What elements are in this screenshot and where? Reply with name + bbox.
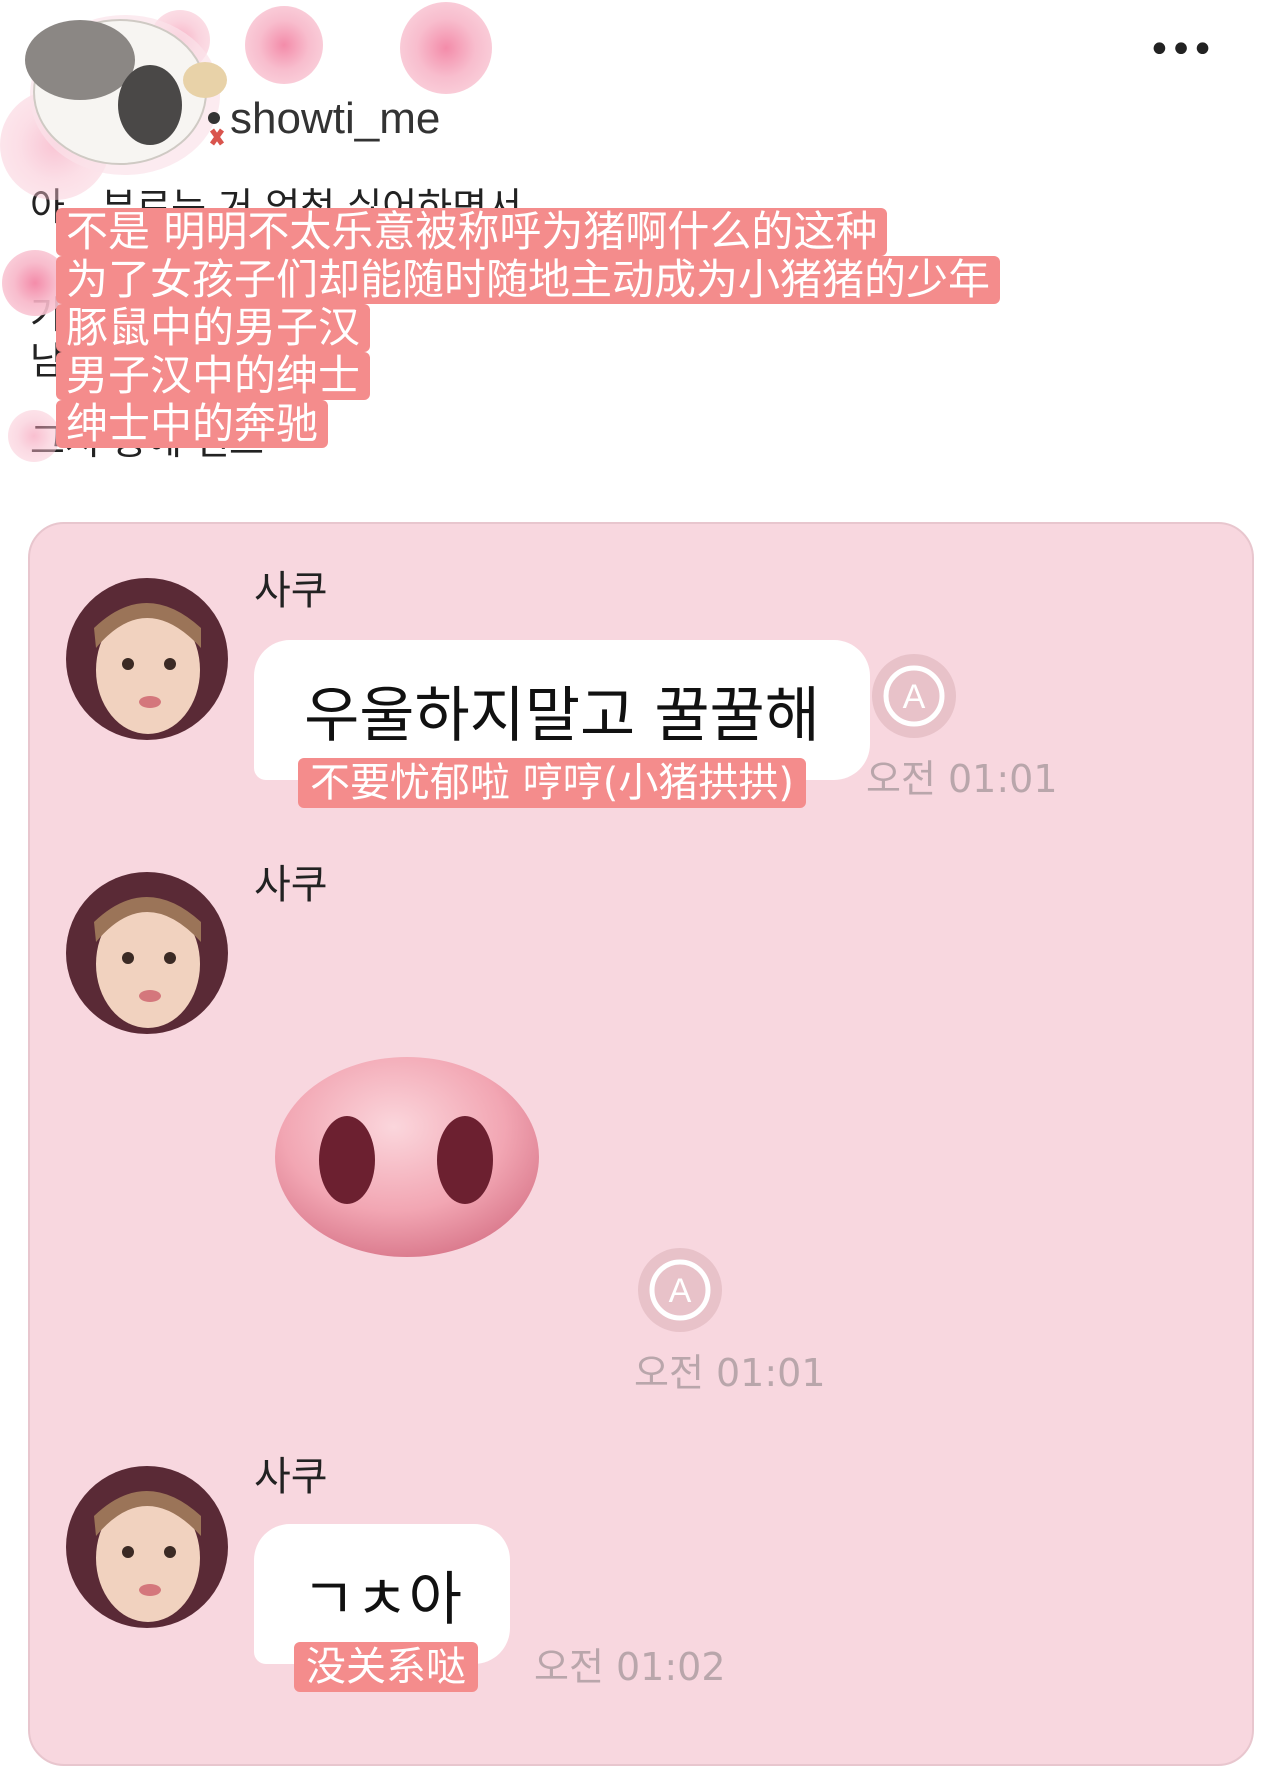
message-time: 오전 01:01: [634, 1351, 826, 1395]
avatar: [66, 872, 228, 1034]
chat-screenshot: 사쿠 우울하지말고 꿀꿀해 不要忧郁啦 哼哼(小猪拱拱) A 오전 01:01 …: [28, 522, 1254, 1766]
translate-icon[interactable]: A: [870, 652, 958, 740]
svg-text:A: A: [903, 678, 926, 716]
translation-caption: 不是 明明不太乐意被称呼为猪啊什么的这种 为了女孩子们却能随时随地主动成为小猪猪…: [56, 208, 1001, 448]
message-subtitle: 没关系哒: [294, 1642, 478, 1692]
caption-line: 豚鼠中的男子汉: [56, 304, 371, 352]
message-text: ㄱㅊ아: [301, 1565, 463, 1633]
message-time: 오전 01:01: [866, 757, 1058, 801]
more-options-button[interactable]: •••: [1148, 30, 1215, 70]
username[interactable]: showti_me: [230, 94, 440, 144]
message-text: 우울하지말고 꿀꿀해: [304, 680, 820, 751]
caption-line: 为了女孩子们却能随时随地主动成为小猪猪的少年: [56, 256, 1001, 304]
message-subtitle: 不要忧郁啦 哼哼(小猪拱拱): [298, 758, 806, 808]
avatar: [66, 1466, 228, 1628]
avatar: [66, 578, 228, 740]
caption-line: 绅士中的奔驰: [56, 400, 329, 448]
pig-snout-emoji: [272, 1052, 542, 1262]
sakura-flower-icon: [8, 410, 60, 462]
translate-icon[interactable]: A: [636, 1246, 724, 1334]
sender-name: 사쿠: [254, 568, 328, 614]
message-time: 오전 01:02: [534, 1645, 726, 1689]
sakura-flower-icon: [400, 2, 492, 94]
sender-name: 사쿠: [254, 862, 328, 908]
svg-text:A: A: [669, 1272, 692, 1310]
sender-name: 사쿠: [254, 1454, 328, 1500]
caption-line: 不是 明明不太乐意被称呼为猪啊什么的这种: [56, 208, 888, 256]
caption-line: 男子汉中的绅士: [56, 352, 371, 400]
